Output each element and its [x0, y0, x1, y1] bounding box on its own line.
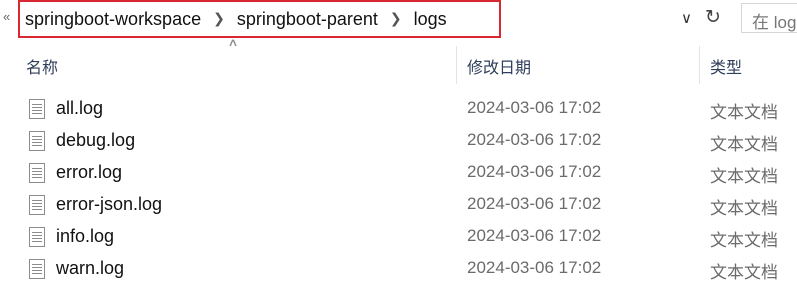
file-date: 2024-03-06 17:02 — [467, 194, 602, 213]
file-date: 2024-03-06 17:02 — [467, 226, 602, 245]
file-date: 2024-03-06 17:02 — [467, 98, 602, 117]
chevron-double-left-icon[interactable]: « — [3, 9, 10, 24]
file-type: 文本文档 — [710, 231, 778, 250]
text-file-icon — [29, 99, 45, 119]
text-file-icon — [29, 259, 45, 279]
breadcrumb-item-logs[interactable]: logs — [414, 9, 447, 30]
file-row[interactable]: info.log 2024-03-06 17:02 文本文档 — [0, 221, 797, 253]
text-file-icon — [29, 195, 45, 215]
address-bar: « springboot-workspace ❯ springboot-pare… — [0, 0, 797, 38]
file-row[interactable]: error-json.log 2024-03-06 17:02 文本文档 — [0, 189, 797, 221]
breadcrumb-item-springboot-parent[interactable]: springboot-parent — [237, 9, 378, 30]
text-file-icon — [29, 227, 45, 247]
file-name: all.log — [56, 98, 104, 118]
search-input[interactable]: 在 log — [741, 3, 797, 33]
chevron-right-icon[interactable]: ❯ — [213, 10, 225, 27]
chevron-right-icon[interactable]: ❯ — [390, 10, 402, 27]
column-divider[interactable] — [456, 46, 457, 84]
breadcrumb[interactable]: springboot-workspace ❯ springboot-parent… — [18, 0, 501, 38]
column-divider[interactable] — [699, 46, 700, 84]
file-row[interactable]: debug.log 2024-03-06 17:02 文本文档 — [0, 125, 797, 157]
file-type: 文本文档 — [710, 103, 778, 122]
file-name: info.log — [56, 226, 115, 246]
file-name: error.log — [56, 162, 123, 182]
column-header-date[interactable]: 修改日期 — [467, 54, 531, 78]
chevron-down-icon[interactable]: ∨ — [681, 9, 692, 27]
file-type: 文本文档 — [710, 135, 778, 154]
file-type: 文本文档 — [710, 199, 778, 218]
file-type: 文本文档 — [710, 263, 778, 282]
refresh-icon[interactable]: ↻ — [705, 6, 721, 29]
file-row[interactable]: warn.log 2024-03-06 17:02 文本文档 — [0, 253, 797, 285]
file-name: error-json.log — [56, 194, 163, 214]
file-type: 文本文档 — [710, 167, 778, 186]
file-date: 2024-03-06 17:02 — [467, 258, 602, 277]
file-row[interactable]: error.log 2024-03-06 17:02 文本文档 — [0, 157, 797, 189]
file-row[interactable]: all.log 2024-03-06 17:02 文本文档 — [0, 93, 797, 125]
file-name: debug.log — [56, 130, 136, 150]
breadcrumb-item-springboot-workspace[interactable]: springboot-workspace — [25, 9, 201, 30]
file-date: 2024-03-06 17:02 — [467, 130, 602, 149]
column-header-name[interactable]: 名称 — [26, 54, 58, 78]
file-name: warn.log — [56, 258, 125, 278]
file-date: 2024-03-06 17:02 — [467, 162, 602, 181]
column-header-type[interactable]: 类型 — [710, 54, 742, 78]
sort-ascending-icon: ∧ — [227, 37, 239, 49]
text-file-icon — [29, 163, 45, 183]
text-file-icon — [29, 131, 45, 151]
